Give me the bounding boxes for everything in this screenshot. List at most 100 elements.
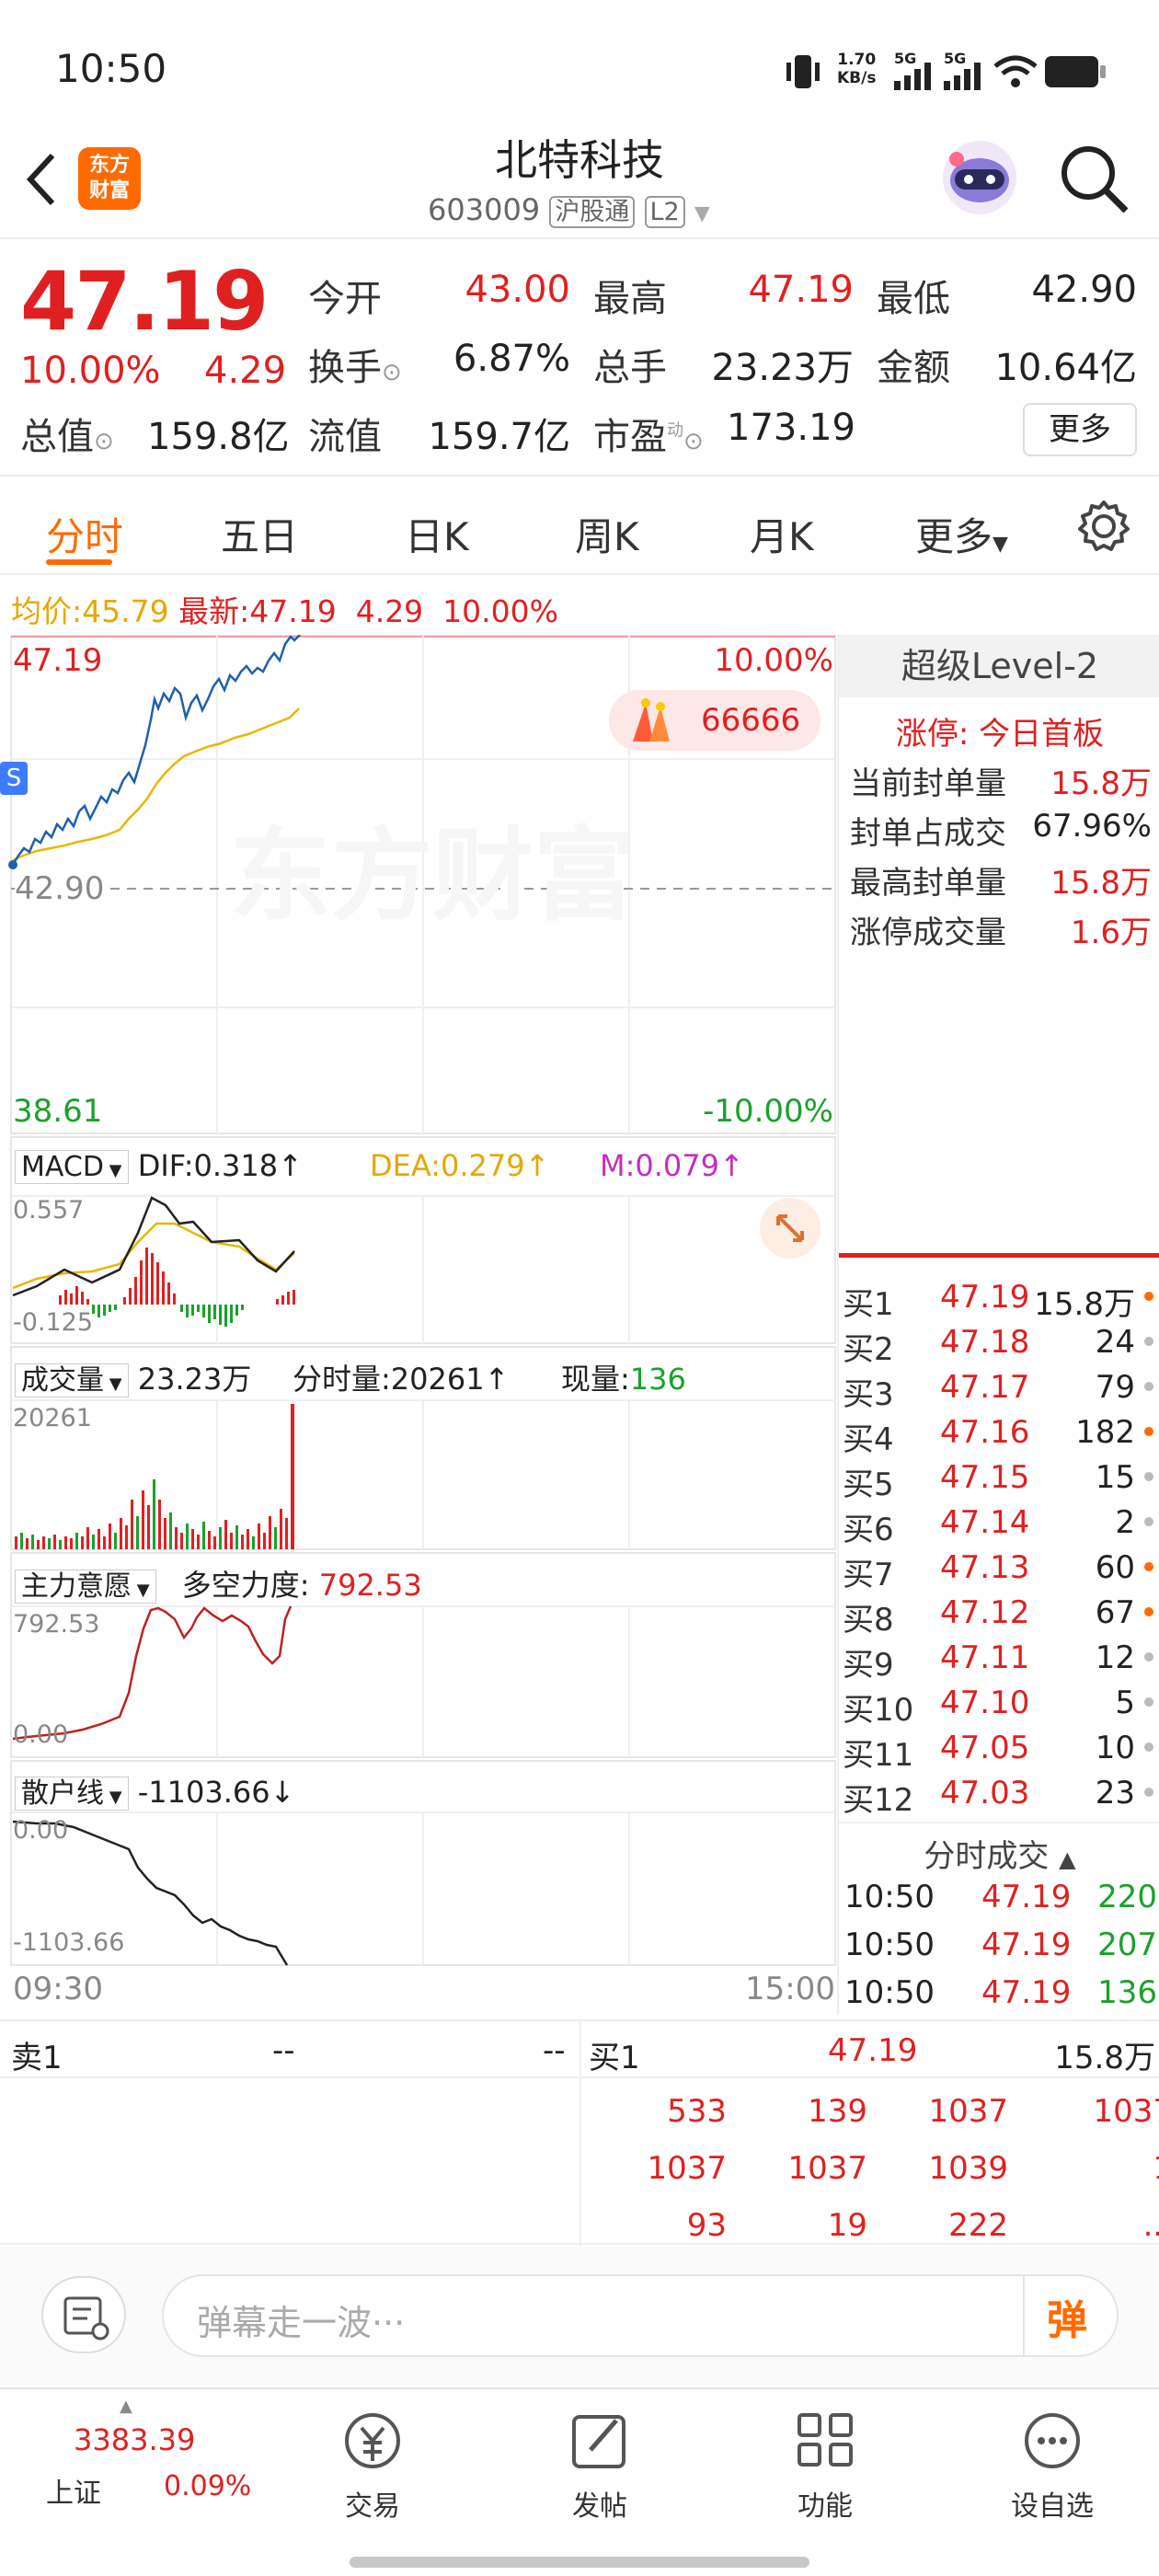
queue-cell: 1039 — [928, 2150, 1008, 2187]
pe-label: 市盈动⊙ — [593, 416, 704, 458]
main-force-bottom: 0.00 — [13, 1720, 69, 1749]
home-indicator[interactable] — [350, 2557, 809, 2568]
tab-daily-k[interactable]: 日K — [405, 506, 469, 562]
bid-qty: 24 — [1095, 1324, 1135, 1361]
tab-active-indicator — [46, 559, 112, 565]
nav-trade[interactable]: 交易 — [281, 2408, 465, 2524]
current-volume: 现量:136 — [561, 1362, 686, 1397]
volume-value: 23.23万 — [711, 347, 854, 389]
queue-cell: 1037 — [928, 2093, 1008, 2130]
mcap-value: 159.8亿 — [147, 416, 290, 458]
tab-weekly-k[interactable]: 周K — [575, 506, 639, 562]
open-value: 43.00 — [465, 269, 570, 311]
limit-status: 涨停: 今日首板 — [895, 716, 1105, 753]
macd-bottom: -0.125 — [13, 1308, 94, 1337]
bid-dot — [1144, 1697, 1153, 1707]
main-force-selector[interactable]: 主力意愿 ▼ — [15, 1570, 156, 1604]
bid-qty: 23 — [1095, 1775, 1135, 1811]
minute-volume: 分时量:20261↑ — [293, 1362, 510, 1397]
bid-price: 47.17 — [940, 1369, 1030, 1406]
fireworks-icon — [633, 698, 670, 742]
bid-dot — [1144, 1427, 1153, 1436]
danmu-settings-button[interactable] — [41, 2276, 126, 2353]
retail-bottom: -1103.66 — [13, 1928, 125, 1957]
time-start: 09:30 — [13, 1971, 103, 2007]
quote-panel: 47.19 10.00% 4.29 今开 43.00 最高 47.19 最低 4… — [0, 241, 1159, 477]
volume-total: 23.23万 — [137, 1362, 252, 1397]
tab-more[interactable]: 更多▼ — [915, 506, 1008, 562]
low-label: 最低 — [877, 278, 950, 320]
bid-dot — [1144, 1562, 1153, 1571]
danmu-send-button[interactable]: 弹 — [1047, 2287, 1087, 2346]
l2-tag: L2 — [644, 196, 685, 228]
index-name: 上证 — [46, 2478, 101, 2510]
search-icon[interactable] — [1058, 143, 1131, 216]
danmu-input[interactable]: 弹幕走一波··· 弹 — [162, 2274, 1119, 2357]
expand-icon — [776, 1214, 804, 1242]
expand-button[interactable] — [760, 1198, 820, 1259]
back-icon[interactable] — [23, 152, 60, 207]
latest-value: 47.19 — [249, 593, 337, 629]
status-bar: 10:50 1.70 KB/s 5G 5G — [0, 0, 1159, 138]
bid-label: 买10 — [843, 1692, 914, 1729]
macd-selector[interactable]: MACD ▼ — [15, 1150, 129, 1184]
bid-label: 买8 — [843, 1602, 894, 1639]
queue-cell: 139 — [808, 2093, 867, 2130]
turnover-value: 6.87% — [453, 338, 570, 380]
turnover-label: 换手⊙ — [308, 347, 402, 389]
change-amount: 4.29 — [204, 350, 287, 392]
max-pct-label: 10.00% — [714, 642, 833, 679]
battery-icon — [1045, 56, 1106, 87]
net-speed: 1.70 KB/s — [837, 51, 877, 87]
bid-qty: 67 — [1095, 1594, 1135, 1631]
retail-selector[interactable]: 散户线 ▼ — [15, 1777, 129, 1811]
bid-price: 47.18 — [940, 1324, 1030, 1361]
bid-dot — [1144, 1337, 1153, 1346]
min-price-label: 38.61 — [13, 1093, 103, 1130]
volume-header: 成交量 ▼ 23.23万 — [15, 1356, 251, 1398]
stock-code-row[interactable]: 603009 沪股通 L2 ▼ — [428, 191, 740, 228]
bid-label: 买6 — [843, 1512, 894, 1548]
grid-apps-icon — [798, 2413, 853, 2467]
current-price: 47.19 — [20, 254, 269, 349]
robot-assistant-icon[interactable] — [938, 136, 1021, 219]
bid-price: 47.14 — [940, 1504, 1030, 1541]
volume-selector[interactable]: 成交量 ▼ — [15, 1363, 129, 1397]
latest-label: 最新: — [178, 593, 250, 629]
nav-post[interactable]: 发帖 — [508, 2408, 692, 2524]
bid-label: 买4 — [843, 1421, 894, 1458]
tab-monthly-k[interactable]: 月K — [750, 506, 814, 562]
bid-qty: 12 — [1095, 1639, 1135, 1676]
amount-value: 10.64亿 — [994, 347, 1137, 389]
more-button[interactable]: 更多 — [1023, 403, 1137, 456]
queue-cell: ... — [1142, 2207, 1159, 2244]
bid-label: 买1 — [843, 1286, 894, 1323]
bid-qty: 182 — [1075, 1414, 1135, 1451]
level2-title[interactable]: 超级Level-2 — [839, 635, 1159, 697]
nav-functions[interactable]: 功能 — [733, 2408, 917, 2524]
info-icon: ⊙ — [94, 428, 114, 455]
intraday-chart-area[interactable]: 东方财富 47.19 10.00% 66666 S 42.90 38.61 -1… — [0, 635, 837, 2015]
bid-price: 47.05 — [940, 1730, 1030, 1766]
tab-intraday[interactable]: 分时 — [46, 506, 123, 562]
macd-m: M:0.079↑ — [600, 1148, 744, 1183]
max-price-label: 47.19 — [13, 642, 103, 679]
sell1-price: -- — [272, 2032, 295, 2069]
sell1-qty: -- — [543, 2032, 566, 2069]
tab-five-day[interactable]: 五日 — [221, 506, 298, 562]
macd-top: 0.557 — [13, 1196, 85, 1225]
bid-price: 47.19 — [940, 1279, 1030, 1316]
queue-cell: 533 — [667, 2093, 727, 2130]
s-marker[interactable]: S — [0, 762, 28, 795]
bid-price: 47.13 — [940, 1549, 1030, 1586]
index-value: 3383.39 — [74, 2422, 196, 2457]
bid-qty: 2 — [1115, 1504, 1135, 1541]
bid-dot — [1144, 1292, 1153, 1301]
change-pct: 10.00% — [20, 350, 161, 392]
nav-add-watchlist[interactable]: 设自选 — [960, 2408, 1144, 2524]
lucky-badge[interactable]: 66666 — [609, 690, 820, 751]
trades-title[interactable]: 分时成交 ▲ — [839, 1831, 1159, 1876]
bid-label: 买12 — [843, 1782, 914, 1819]
settings-gear-icon[interactable] — [1076, 499, 1131, 554]
volume-label: 总手 — [593, 347, 667, 389]
